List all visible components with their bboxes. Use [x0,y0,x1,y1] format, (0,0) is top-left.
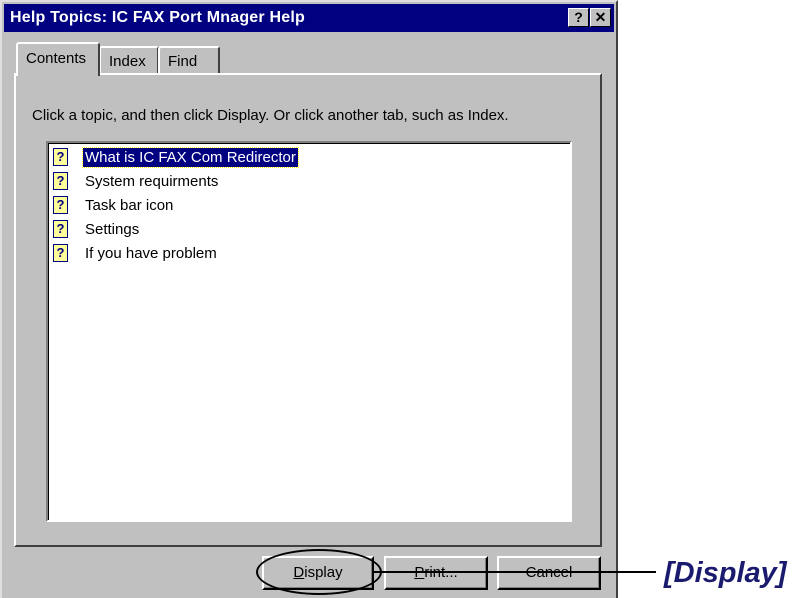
help-book-icon: ? [53,172,68,190]
close-icon[interactable]: ✕ [590,8,611,27]
tab-index[interactable]: Index [99,46,159,76]
topic-label: Task bar icon [85,197,174,214]
topic-label: System requirments [85,173,219,190]
help-icon[interactable]: ? [568,8,589,27]
display-button[interactable]: Display [262,556,374,590]
stage: Help Topics: IC FAX Port Mnager Help ? ✕… [0,0,804,598]
display-label: isplay [304,564,343,581]
topic-label: If you have problem [85,245,217,262]
tab-contents[interactable]: Contents [16,42,100,76]
help-book-icon: ? [53,196,68,214]
help-book-icon: ? [53,220,68,238]
help-book-icon: ? [53,244,68,262]
callout-label: [Display] [664,557,787,589]
topic-label: What is IC FAX Com Redirector [82,147,299,168]
tab-find[interactable]: Find [158,46,220,76]
topics-list[interactable]: ? What is IC FAX Com Redirector ? System… [46,141,572,522]
title-bar[interactable]: Help Topics: IC FAX Port Mnager Help ? ✕ [4,4,614,32]
topic-label: Settings [85,221,140,238]
display-accel: D [293,564,305,581]
callout-line [374,571,656,573]
help-book-icon: ? [53,148,68,166]
cancel-button[interactable]: Cancel [497,556,601,590]
window-title: Help Topics: IC FAX Port Mnager Help [10,9,305,26]
instruction-text: Click a topic, and then click Display. O… [32,107,509,124]
print-button[interactable]: Print... [384,556,488,590]
